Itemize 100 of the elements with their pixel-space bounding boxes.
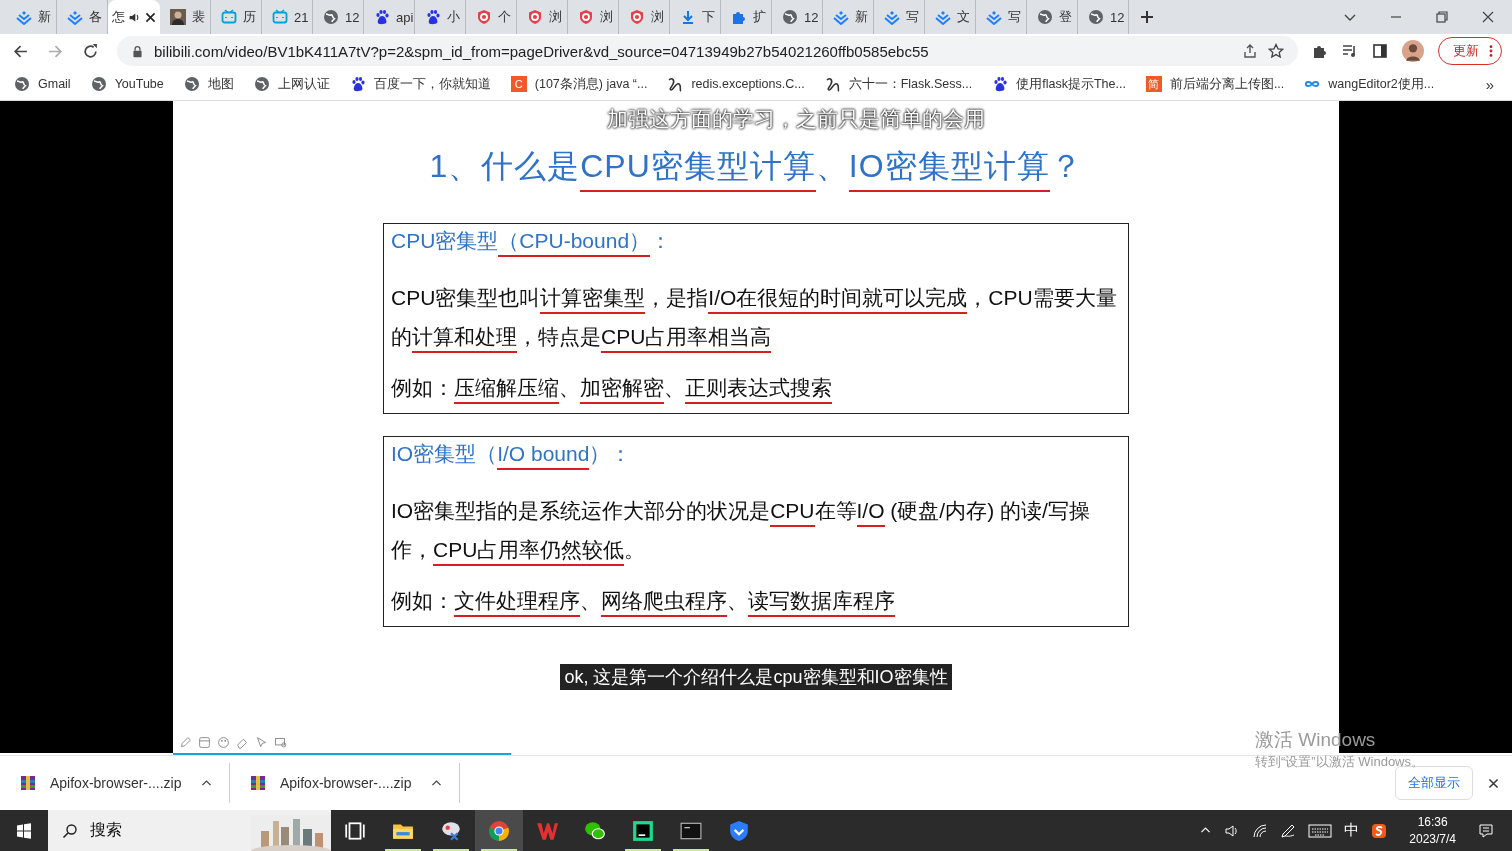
card-title: IO密集型（I/O bound）： <box>391 439 1118 469</box>
playlist-icon[interactable] <box>1342 43 1358 59</box>
chevron-icon <box>986 9 1002 25</box>
browser-tab[interactable]: 小 <box>415 0 466 34</box>
bookmark-item[interactable]: 六十一：Flask.Sess... <box>824 75 973 93</box>
avatar-icon[interactable] <box>1402 40 1424 62</box>
show-all-button[interactable]: 全部显示 <box>1395 766 1473 800</box>
update-button[interactable]: 更新 <box>1438 37 1502 65</box>
bookmark-item[interactable]: Gmail <box>14 76 71 92</box>
side-panel-icon[interactable] <box>1372 43 1388 59</box>
browser-tab[interactable]: 浏 <box>517 0 568 34</box>
bookmark-item[interactable]: 使用flask提示The... <box>992 75 1126 93</box>
browser-tab[interactable]: 写 <box>976 0 1027 34</box>
archive-icon <box>250 775 266 791</box>
bookmark-item[interactable]: redis.exceptions.C... <box>667 76 805 92</box>
bookmark-badge: C <box>510 76 527 92</box>
scribble-icon <box>824 76 841 92</box>
browser-tab[interactable]: api <box>364 0 415 34</box>
browser-tab[interactable]: 浏 <box>619 0 670 34</box>
browser-tab[interactable]: 新 <box>823 0 874 34</box>
restore-icon[interactable] <box>1434 9 1450 25</box>
browser-tab[interactable]: 下 <box>670 0 721 34</box>
cursor-icon[interactable] <box>255 736 268 749</box>
bookmark-item[interactable]: 简 前后端分离上传图... <box>1145 75 1285 93</box>
download-item[interactable]: Apifox-browser-....zip <box>0 763 230 803</box>
eraser-icon[interactable] <box>236 736 249 749</box>
ide-icon <box>632 819 654 842</box>
bookmark-item[interactable]: 百度一下，你就知道 <box>349 75 491 93</box>
browser-icon <box>488 819 510 842</box>
globe-icon <box>253 76 270 92</box>
puzzle-icon <box>731 9 747 25</box>
bookmark-item[interactable]: wangEditor2使用... <box>1304 75 1435 93</box>
browser-tab[interactable]: 写 <box>874 0 925 34</box>
globe-icon <box>14 76 30 92</box>
more-bookmarks[interactable]: » <box>1485 75 1494 93</box>
search-icon <box>62 822 78 839</box>
close-icon[interactable] <box>1487 776 1500 790</box>
bookmark-item[interactable]: YouTube <box>90 76 164 92</box>
more-icon <box>1489 44 1493 58</box>
scribble-icon <box>667 76 684 92</box>
input-method-indicator[interactable]: 中 <box>1344 821 1360 840</box>
close-icon[interactable] <box>1480 9 1496 25</box>
taskbar-app[interactable] <box>475 810 523 851</box>
puzzle-icon[interactable] <box>1312 43 1328 59</box>
archive-icon <box>20 775 36 791</box>
browser-tab[interactable]: 12 <box>1078 0 1129 34</box>
ring-icon <box>476 9 492 25</box>
tv-icon <box>221 9 237 25</box>
avatar-icon <box>170 9 186 25</box>
bookmark-item[interactable]: 地图 <box>183 75 234 93</box>
tv-icon <box>272 9 288 25</box>
globe-icon <box>323 9 339 25</box>
card-title: CPU密集型（CPU-bound）： <box>391 226 1118 256</box>
bookmark-item[interactable]: 上网认证 <box>253 75 330 93</box>
subtitle-text: 加强这方面的学习，之前只是简单的会用 <box>607 106 985 132</box>
browser-tab[interactable]: 个 <box>466 0 517 34</box>
network-icon[interactable] <box>1252 822 1269 839</box>
address-bar[interactable]: bilibili.com/video/BV1bK411A7tV?p=2&spm_id_from=pageDriver&vd_source=04713949b27b54021260ffb0585ebc55 <box>117 36 1298 66</box>
globe-icon <box>1037 9 1053 25</box>
browser-tab[interactable]: 12 <box>313 0 364 34</box>
browser-tab[interactable]: 新 <box>6 0 57 34</box>
reload-icon[interactable] <box>82 42 99 60</box>
notification-icon[interactable] <box>1478 822 1494 839</box>
share-icon[interactable] <box>1242 43 1258 59</box>
browser-tab[interactable]: 文 <box>925 0 976 34</box>
chevron-icon <box>935 9 951 25</box>
ime-logo-icon[interactable] <box>1371 822 1388 839</box>
browser-tab[interactable]: 怎 <box>108 0 160 34</box>
slide-heading: 1、什么是CPU密集型计算、IO密集型计算？ <box>429 145 1083 189</box>
browser-tab[interactable]: 登 <box>1027 0 1078 34</box>
screen-icon[interactable] <box>274 736 287 749</box>
ring-icon <box>527 9 543 25</box>
palette-icon <box>440 819 462 842</box>
card-paragraph: CPU密集型也叫计算密集型，是指I/O在很短的时间就可以完成，CPU需要大量的计算和处理，特点是CPU占用率相当高 <box>391 278 1118 356</box>
paw-icon <box>425 9 441 25</box>
windows-icon[interactable] <box>16 822 32 839</box>
panel-icon[interactable] <box>198 736 211 749</box>
task-view-icon <box>344 819 366 842</box>
browser-tab[interactable]: 历 <box>211 0 262 34</box>
browser-tab[interactable]: 扩 <box>721 0 772 34</box>
browser-tab[interactable]: 12 <box>772 0 823 34</box>
bookmark-item[interactable]: C (107条消息) java “... <box>510 75 648 93</box>
browser-tab[interactable]: 浏 <box>568 0 619 34</box>
globe-icon <box>1088 9 1104 25</box>
browser-tab[interactable]: 21 <box>262 0 313 34</box>
close-icon[interactable] <box>144 10 157 24</box>
paw-icon <box>992 76 1009 92</box>
globe-icon <box>90 76 107 92</box>
chevron-icon <box>16 9 32 25</box>
globe-icon <box>782 9 798 25</box>
download-item[interactable]: Apifox-browser-....zip <box>230 763 460 803</box>
star-icon[interactable] <box>1268 43 1284 59</box>
pen-icon[interactable] <box>1280 822 1297 839</box>
browser-tab[interactable]: 裴 <box>160 0 211 34</box>
new-tab-icon[interactable] <box>1139 9 1155 25</box>
download-icon <box>680 9 696 25</box>
clock-time[interactable]: 16:36 <box>1417 813 1448 831</box>
keyboard-icon[interactable] <box>1308 822 1333 839</box>
taskbar-search-field[interactable]: 搜索 <box>48 810 331 851</box>
clock-date[interactable]: 2023/7/4 <box>1409 830 1456 848</box>
